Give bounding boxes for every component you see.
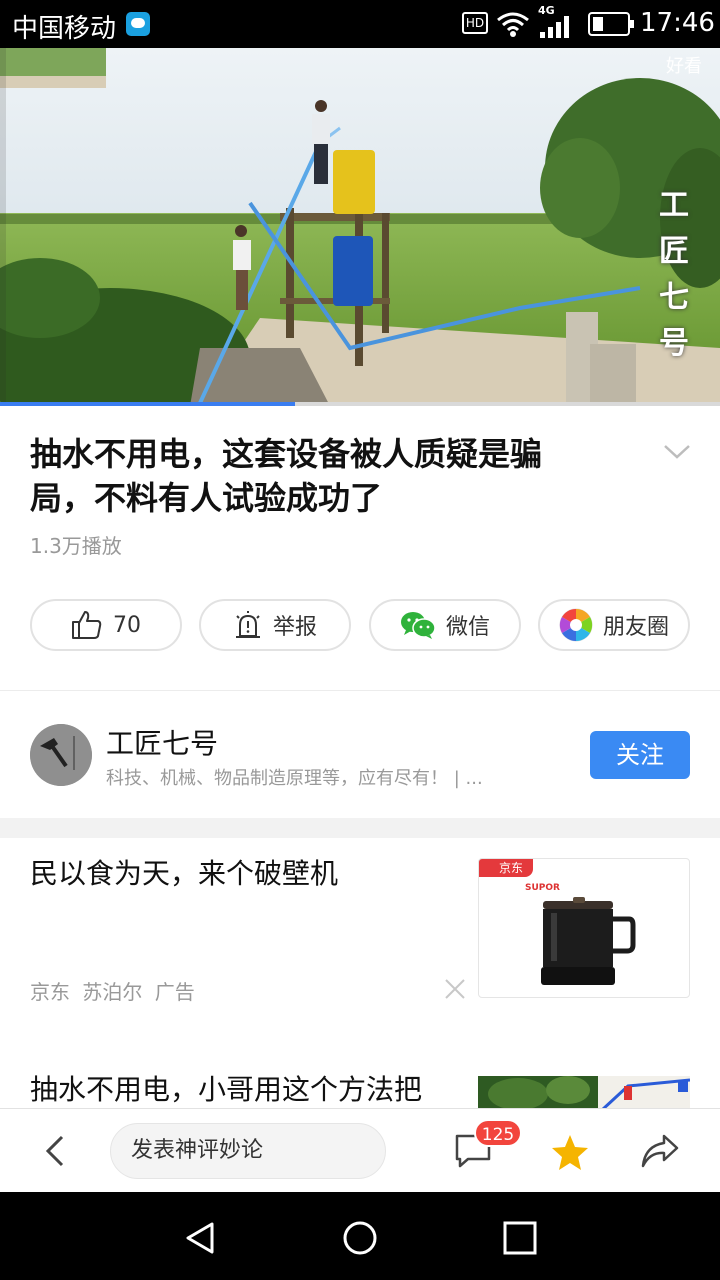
ad-thumbnail[interactable]: 京东 SUPOR	[478, 858, 690, 998]
author-description: 科技、机械、物品制造原理等，应有尽有！ | ...	[106, 768, 483, 789]
wifi-icon	[497, 12, 529, 37]
share-icon[interactable]	[640, 1133, 680, 1169]
video-player[interactable]: 好看 工匠七号	[0, 48, 720, 406]
hammer-icon	[30, 724, 92, 786]
avatar[interactable]	[30, 724, 92, 786]
report-icon	[235, 611, 260, 638]
next-article-image	[478, 1076, 690, 1110]
video-frame	[0, 48, 720, 406]
ad-source: 京东	[30, 980, 70, 1004]
jd-badge: 京东	[479, 859, 534, 877]
signal-icon	[538, 16, 572, 38]
thumbs-up-icon	[72, 611, 102, 639]
wechat-icon	[400, 612, 436, 639]
report-label: 举报	[272, 615, 317, 640]
chevron-down-icon[interactable]	[662, 440, 692, 464]
bottom-toolbar: 发表神评妙论 125	[0, 1108, 720, 1192]
clock: 17:46	[640, 8, 715, 38]
message-notification-icon	[126, 12, 150, 36]
wechat-label: 微信	[445, 615, 490, 640]
ad-title[interactable]: 民以食为天，来个破壁机	[30, 852, 338, 892]
ad-brand: 苏泊尔	[82, 980, 143, 1004]
star-icon[interactable]	[550, 1133, 590, 1171]
carrier-label: 中国移动	[12, 14, 117, 44]
action-buttons: 70 举报 微信 朋友圈	[30, 599, 690, 651]
author-name[interactable]: 工匠七号	[106, 722, 218, 762]
ad-tag: 广告	[154, 980, 195, 1004]
video-source-logo: 好看	[666, 56, 702, 77]
comment-count-badge: 125	[474, 1119, 522, 1147]
moments-label: 朋友圈	[602, 615, 669, 640]
channel-watermark: 工匠七号	[659, 188, 689, 361]
video-progress-bar[interactable]	[0, 402, 720, 406]
ad-meta: 京东 苏泊尔 广告	[30, 976, 201, 1005]
section-separator	[0, 818, 720, 838]
divider	[0, 690, 720, 691]
close-icon[interactable]	[444, 978, 466, 1000]
like-button[interactable]: 70	[30, 599, 182, 651]
nav-home-icon[interactable]	[342, 1220, 378, 1256]
follow-button[interactable]: 关注	[590, 731, 690, 779]
comment-input[interactable]: 发表神评妙论	[110, 1123, 386, 1179]
report-button[interactable]: 举报	[199, 599, 351, 651]
hd-indicator: HD	[462, 12, 488, 34]
nav-back-icon[interactable]	[182, 1220, 218, 1256]
next-article-thumbnail[interactable]	[478, 1076, 690, 1110]
back-icon[interactable]	[40, 1133, 70, 1169]
battery-icon	[588, 12, 634, 36]
article-title: 抽水不用电，这套设备被人质疑是骗局，不料有人试验成功了	[30, 435, 543, 517]
moments-icon	[559, 608, 593, 642]
share-moments-button[interactable]: 朋友圈	[538, 599, 690, 651]
product-brand: SUPOR	[525, 883, 560, 893]
play-count: 1.3万播放	[30, 534, 122, 558]
nav-recents-icon[interactable]	[502, 1220, 538, 1256]
share-wechat-button[interactable]: 微信	[369, 599, 521, 651]
blender-image	[541, 897, 636, 985]
video-progress-fill	[0, 402, 296, 406]
system-nav-bar	[0, 1192, 720, 1280]
status-bar: 中国移动 HD 4G 17:46	[0, 0, 720, 48]
like-count: 70	[113, 612, 141, 638]
next-article-title[interactable]: 抽水不用电，小哥用这个方法把	[30, 1068, 422, 1108]
